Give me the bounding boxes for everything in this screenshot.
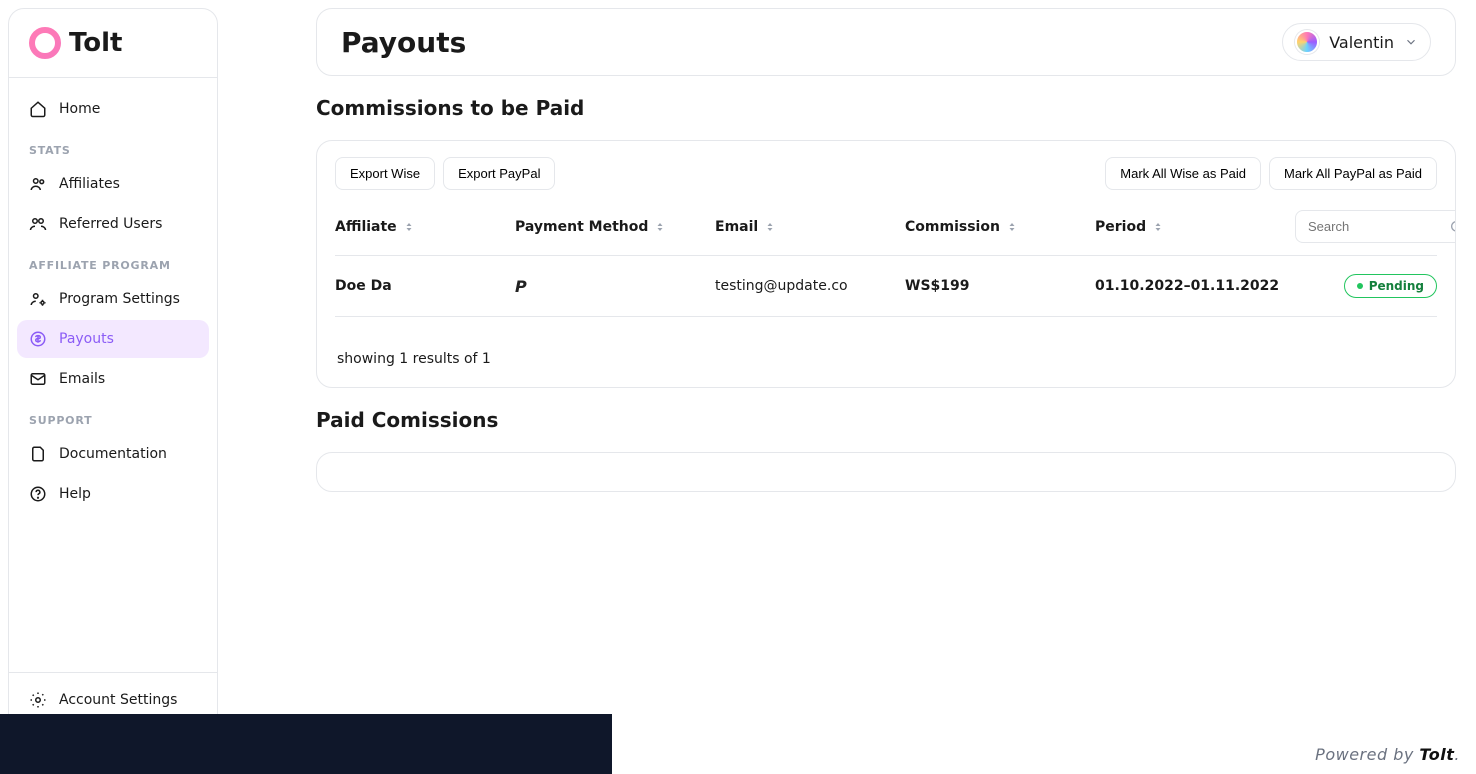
column-period[interactable]: Period bbox=[1095, 219, 1295, 235]
mark-wise-button[interactable]: Mark All Wise as Paid bbox=[1105, 157, 1261, 190]
sort-icon bbox=[403, 221, 415, 233]
mark-paypal-button[interactable]: Mark All PayPal as Paid bbox=[1269, 157, 1437, 190]
sidebar-item-label: Account Settings bbox=[59, 692, 177, 708]
sidebar-item-account-settings[interactable]: Account Settings bbox=[17, 681, 209, 719]
column-affiliate[interactable]: Affiliate bbox=[335, 219, 515, 235]
section-label-support: SUPPORT bbox=[17, 400, 209, 433]
page-title: Payouts bbox=[341, 26, 466, 59]
document-icon bbox=[29, 445, 47, 463]
cell-commission: WS$199 bbox=[905, 278, 1095, 294]
column-payment-method[interactable]: Payment Method bbox=[515, 219, 715, 235]
table-row[interactable]: Doe Da P testing@update.co WS$199 01.10.… bbox=[335, 255, 1437, 317]
users-icon bbox=[29, 215, 47, 233]
sidebar-item-affiliates[interactable]: Affiliates bbox=[17, 165, 209, 203]
sidebar-item-label: Home bbox=[59, 101, 100, 117]
search-icon bbox=[1449, 219, 1456, 235]
user-menu[interactable]: Valentin bbox=[1282, 23, 1431, 61]
logo[interactable]: Tolt bbox=[9, 9, 217, 78]
cell-payment-method: P bbox=[515, 277, 715, 296]
search bbox=[1295, 210, 1456, 243]
sidebar-item-label: Documentation bbox=[59, 446, 167, 462]
sidebar-nav: Home STATS Affiliates Referred Users AFF… bbox=[9, 78, 217, 672]
commissions-toolbar: Export Wise Export PayPal Mark All Wise … bbox=[317, 141, 1455, 198]
results-text: showing 1 results of 1 bbox=[317, 331, 1455, 387]
sidebar-item-log-out[interactable]: Log Out bbox=[17, 719, 209, 757]
help-icon bbox=[29, 485, 47, 503]
sidebar-item-program-settings[interactable]: Program Settings bbox=[17, 280, 209, 318]
sort-icon bbox=[654, 221, 666, 233]
commissions-table: Affiliate Payment Method Email Commissio… bbox=[317, 198, 1455, 331]
sidebar: Tolt Home STATS Affiliates Referred User… bbox=[8, 8, 218, 766]
cell-affiliate: Doe Da bbox=[335, 278, 515, 294]
export-paypal-button[interactable]: Export PayPal bbox=[443, 157, 555, 190]
column-label: Period bbox=[1095, 219, 1146, 235]
sort-icon bbox=[1152, 221, 1164, 233]
sort-icon bbox=[1006, 221, 1018, 233]
sidebar-item-home[interactable]: Home bbox=[17, 90, 209, 128]
sidebar-item-emails[interactable]: Emails bbox=[17, 360, 209, 398]
mark-buttons: Mark All Wise as Paid Mark All PayPal as… bbox=[1105, 157, 1437, 190]
sidebar-item-documentation[interactable]: Documentation bbox=[17, 435, 209, 473]
export-wise-button[interactable]: Export Wise bbox=[335, 157, 435, 190]
sort-icon bbox=[764, 221, 776, 233]
avatar bbox=[1295, 30, 1319, 54]
dollar-circle-icon bbox=[29, 330, 47, 348]
status-dot-icon bbox=[1357, 283, 1363, 289]
logo-text: Tolt bbox=[69, 28, 123, 58]
chevron-down-icon bbox=[1404, 35, 1418, 49]
section-heading-paid: Paid Comissions bbox=[316, 408, 1456, 432]
section-heading-commissions: Commissions to be Paid bbox=[316, 96, 1456, 120]
column-email[interactable]: Email bbox=[715, 219, 905, 235]
sidebar-item-referred-users[interactable]: Referred Users bbox=[17, 205, 209, 243]
section-label-stats: STATS bbox=[17, 130, 209, 163]
column-label: Commission bbox=[905, 219, 1000, 235]
sidebar-item-label: Log Out bbox=[59, 730, 114, 746]
section-label-program: AFFILIATE PROGRAM bbox=[17, 245, 209, 278]
main: Payouts Valentin Commissions to be Paid … bbox=[226, 0, 1476, 774]
sidebar-item-label: Help bbox=[59, 486, 91, 502]
logo-icon bbox=[29, 27, 61, 59]
export-buttons: Export Wise Export PayPal bbox=[335, 157, 555, 190]
sidebar-item-help[interactable]: Help bbox=[17, 475, 209, 513]
user-gear-icon bbox=[29, 290, 47, 308]
search-input[interactable] bbox=[1295, 210, 1456, 243]
table-header: Affiliate Payment Method Email Commissio… bbox=[335, 198, 1437, 255]
sidebar-item-label: Emails bbox=[59, 371, 105, 387]
topbar: Payouts Valentin bbox=[316, 8, 1456, 76]
column-commission[interactable]: Commission bbox=[905, 219, 1095, 235]
users-icon bbox=[29, 175, 47, 193]
logout-icon bbox=[29, 729, 47, 747]
mail-icon bbox=[29, 370, 47, 388]
column-label: Affiliate bbox=[335, 219, 397, 235]
sidebar-item-label: Payouts bbox=[59, 331, 114, 347]
paid-panel bbox=[316, 452, 1456, 492]
commissions-panel: Export Wise Export PayPal Mark All Wise … bbox=[316, 140, 1456, 388]
status-badge: Pending bbox=[1344, 274, 1437, 298]
column-label: Payment Method bbox=[515, 219, 648, 235]
home-icon bbox=[29, 100, 47, 118]
sidebar-item-payouts[interactable]: Payouts bbox=[17, 320, 209, 358]
sidebar-item-label: Referred Users bbox=[59, 216, 162, 232]
user-name: Valentin bbox=[1329, 33, 1394, 52]
sidebar-item-label: Program Settings bbox=[59, 291, 180, 307]
sidebar-item-label: Affiliates bbox=[59, 176, 120, 192]
cell-email: testing@update.co bbox=[715, 278, 905, 294]
status-text: Pending bbox=[1369, 279, 1424, 293]
sidebar-footer: Account Settings Log Out bbox=[9, 672, 217, 765]
paypal-icon: P bbox=[515, 277, 527, 296]
column-label: Email bbox=[715, 219, 758, 235]
gear-icon bbox=[29, 691, 47, 709]
cell-period: 01.10.2022–01.11.2022 bbox=[1095, 278, 1295, 294]
